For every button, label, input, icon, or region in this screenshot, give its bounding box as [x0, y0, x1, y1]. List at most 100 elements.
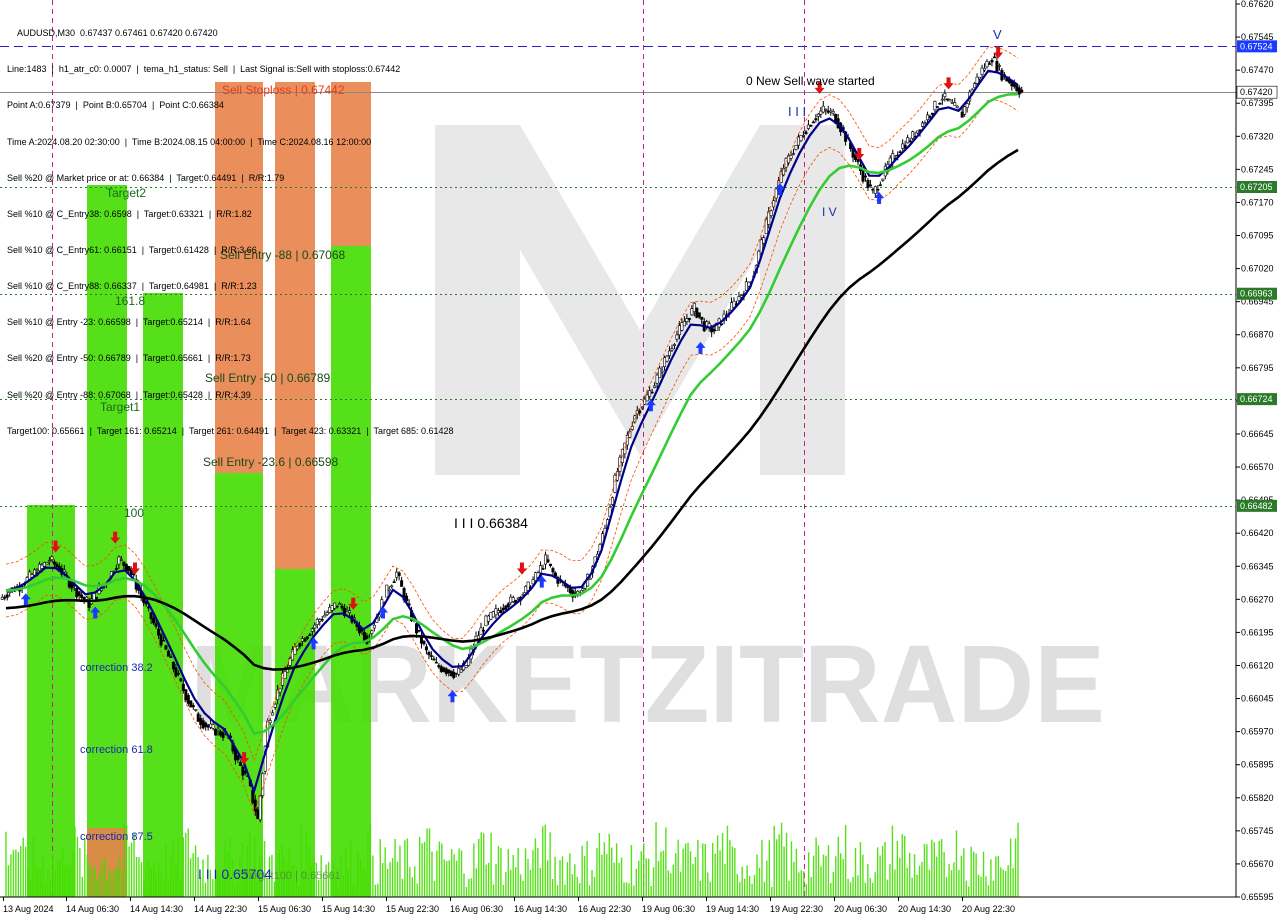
candle-body — [712, 328, 716, 332]
candle-body — [415, 623, 419, 634]
candle-body — [457, 668, 461, 675]
candle-body — [40, 564, 44, 569]
x-tick-label: 19 Aug 06:30 — [642, 904, 695, 914]
info-line-4: Sell %20 @ Market price or at: 0.66384 |… — [7, 172, 285, 183]
candle-body — [901, 143, 905, 149]
candle-body — [55, 563, 59, 568]
candle-body — [95, 596, 99, 599]
y-tick-label: 0.66870 — [1241, 330, 1274, 340]
candle-body — [975, 76, 979, 84]
candle-body — [370, 630, 374, 634]
candle-body — [484, 615, 488, 627]
candle-body — [997, 65, 1001, 67]
candle-body — [157, 628, 161, 636]
candle-body — [653, 385, 657, 388]
candle-body — [434, 661, 438, 664]
candle-body — [494, 608, 498, 616]
candle-body — [348, 610, 352, 613]
info-line-6: Sell %10 @ C_Entry61: 0.66151 | Target:0… — [7, 244, 257, 255]
point-a-marker: I I I — [788, 104, 806, 119]
candle-body — [271, 712, 275, 716]
candle-body — [328, 606, 332, 613]
candle-body — [219, 731, 223, 736]
candle-body — [539, 565, 543, 574]
y-tick-label: 0.65970 — [1241, 727, 1274, 737]
candle-body — [159, 634, 163, 646]
x-tick-label: 15 Aug 22:30 — [386, 904, 439, 914]
candle-body — [789, 155, 793, 159]
candle-body — [861, 170, 865, 182]
candle-body — [670, 348, 674, 351]
candle-body — [417, 629, 421, 632]
candle-body — [945, 98, 949, 101]
target100-label: Target100 | 0.65661 — [243, 870, 341, 882]
candle-body — [87, 601, 91, 608]
candle-body — [201, 720, 205, 729]
time-axis[interactable]: 13 Aug 2024 14 Aug 06:30 14 Aug 14:30 14 Au… — [0, 896, 1236, 914]
candle-body — [184, 689, 188, 701]
candle-body — [1020, 89, 1024, 93]
candle-body — [164, 645, 168, 650]
candle-body — [643, 398, 647, 405]
candle-body — [826, 110, 830, 113]
candle-body — [127, 565, 131, 571]
candle-body — [276, 689, 280, 700]
candle-body — [801, 135, 805, 137]
candle-body — [992, 56, 996, 59]
candle-body — [439, 666, 443, 672]
candle-body — [216, 728, 220, 731]
candle-body — [320, 618, 324, 621]
candle-body — [486, 615, 490, 622]
candle-body — [447, 669, 451, 674]
candle-body — [658, 367, 662, 379]
candle-body — [588, 577, 592, 580]
candle-body — [863, 175, 867, 178]
candle-body — [75, 588, 79, 598]
fib-100-label: 100 — [124, 506, 144, 520]
candle-body — [930, 112, 934, 115]
candle-body — [454, 672, 458, 675]
candle-body — [481, 629, 485, 632]
candle-body — [809, 124, 813, 127]
candle-body — [526, 581, 530, 591]
candle-body — [77, 591, 81, 596]
candle-body — [762, 237, 766, 244]
candle-body — [295, 645, 299, 650]
candle-body — [149, 612, 153, 620]
y-tick-label: 0.67020 — [1241, 264, 1274, 274]
y-tick-label: 0.65745 — [1241, 826, 1274, 836]
candle-body — [546, 559, 550, 563]
candle-body — [340, 605, 344, 609]
candle-body — [881, 178, 885, 181]
candle-body — [690, 308, 694, 316]
x-tick-label: 16 Aug 06:30 — [450, 904, 503, 914]
correction-38-label: correction 38.2 — [80, 662, 153, 674]
candle-body — [816, 113, 820, 117]
candle-body — [189, 700, 193, 708]
info-line-7: Sell %10 @ C_Entry88: 0.66337 | Target:0… — [7, 281, 257, 292]
candle-body — [186, 694, 190, 704]
candle-body — [300, 638, 304, 642]
candle-body — [258, 795, 262, 821]
candle-body — [85, 596, 89, 600]
candle-body — [499, 610, 503, 613]
candle-body — [811, 121, 815, 124]
info-line-9: Sell %20 @ Entry -50: 0.66789 | Target:0… — [7, 353, 251, 364]
candle-body — [700, 316, 704, 320]
v-marker: I V — [822, 205, 837, 219]
candle-body — [459, 669, 463, 673]
price-axis[interactable]: 0.676200.675450.674700.673950.673200.672… — [1235, 0, 1274, 902]
candle-body — [390, 585, 394, 588]
candle-body — [432, 658, 436, 661]
candle-body — [437, 665, 441, 668]
candle-body — [236, 755, 240, 761]
price-tag-label: 0.67524 — [1240, 41, 1273, 51]
candle-body — [737, 296, 741, 301]
candle-body — [767, 211, 771, 225]
candle-body — [424, 646, 428, 651]
candle-body — [650, 391, 654, 394]
candle-body — [814, 118, 818, 121]
candle-body — [831, 111, 835, 114]
candle-body — [171, 661, 175, 670]
candle-body — [819, 110, 823, 115]
